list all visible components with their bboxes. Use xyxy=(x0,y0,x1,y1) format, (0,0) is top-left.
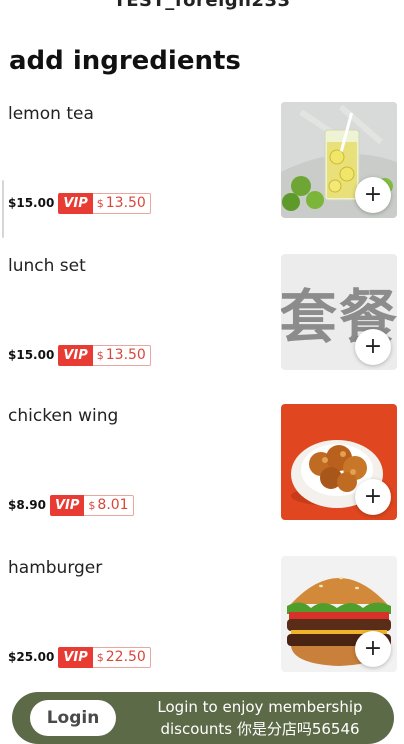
vip-currency: $ xyxy=(88,498,96,512)
vip-price-value: 13.50 xyxy=(105,347,146,363)
item-price: $25.00 xyxy=(8,650,55,664)
menu-item-hamburger[interactable]: hamburger $25.00 VIP $ 22.50 + xyxy=(0,556,404,686)
price-row: $15.00 VIP $ 13.50 xyxy=(8,344,151,366)
item-name: chicken wing xyxy=(8,406,119,426)
vip-price: $ 8.01 xyxy=(84,494,134,516)
price-row: $15.00 VIP $ 13.50 xyxy=(8,192,151,214)
vip-currency: $ xyxy=(96,348,104,362)
vip-price-tag: VIP $ 13.50 xyxy=(58,344,151,366)
plus-icon: + xyxy=(363,636,383,661)
price-row: $25.00 VIP $ 22.50 xyxy=(8,646,151,668)
plus-icon: + xyxy=(363,334,383,359)
section-title: add ingredients xyxy=(9,46,241,76)
vip-badge: VIP xyxy=(58,344,93,366)
vip-price: $ 13.50 xyxy=(92,192,151,214)
membership-login-bar: Login Login to enjoy membership discount… xyxy=(12,692,394,744)
vip-price-tag: VIP $ 13.50 xyxy=(58,192,151,214)
item-price: $15.00 xyxy=(8,348,55,362)
vip-currency: $ xyxy=(96,196,104,210)
vip-badge: VIP xyxy=(58,192,93,214)
item-price: $8.90 xyxy=(8,498,46,512)
vip-badge: VIP xyxy=(49,494,85,516)
item-price: $15.00 xyxy=(8,196,55,210)
membership-message: Login to enjoy membership discounts 你是分店… xyxy=(132,696,388,740)
login-button[interactable]: Login xyxy=(30,700,116,736)
membership-message-line2: discounts 你是分店吗56546 xyxy=(160,720,360,738)
store-title: TEST_foreign233 xyxy=(113,0,291,11)
add-to-cart-button[interactable]: + xyxy=(355,177,391,213)
membership-message-line1: Login to enjoy membership xyxy=(157,698,363,716)
item-name: lunch set xyxy=(8,256,86,276)
menu-item-lemon-tea[interactable]: lemon tea $15.00 VIP $ 13.50 + xyxy=(0,102,404,232)
add-to-cart-button[interactable]: + xyxy=(355,479,391,515)
add-to-cart-button[interactable]: + xyxy=(355,329,391,365)
menu-page: TEST_foreign233 add ingredients lemon te… xyxy=(0,0,404,744)
menu-item-chicken-wing[interactable]: chicken wing $8.90 VIP $ 8.01 + xyxy=(0,404,404,534)
vip-price-value: 22.50 xyxy=(105,649,146,665)
item-name: lemon tea xyxy=(8,104,94,124)
vip-badge: VIP xyxy=(58,646,93,668)
add-to-cart-button[interactable]: + xyxy=(355,631,391,667)
plus-icon: + xyxy=(363,484,383,509)
vip-price-tag: VIP $ 8.01 xyxy=(49,494,134,516)
vip-price: $ 13.50 xyxy=(92,344,151,366)
vip-price: $ 22.50 xyxy=(92,646,151,668)
vip-price-value: 13.50 xyxy=(105,195,146,211)
vip-currency: $ xyxy=(96,650,104,664)
plus-icon: + xyxy=(363,182,383,207)
vip-price-tag: VIP $ 22.50 xyxy=(58,646,151,668)
vip-price-value: 8.01 xyxy=(97,497,129,513)
item-name: hamburger xyxy=(8,558,103,578)
price-row: $8.90 VIP $ 8.01 xyxy=(8,494,134,516)
menu-item-lunch-set[interactable]: lunch set $15.00 VIP $ 13.50 套餐 + xyxy=(0,254,404,384)
